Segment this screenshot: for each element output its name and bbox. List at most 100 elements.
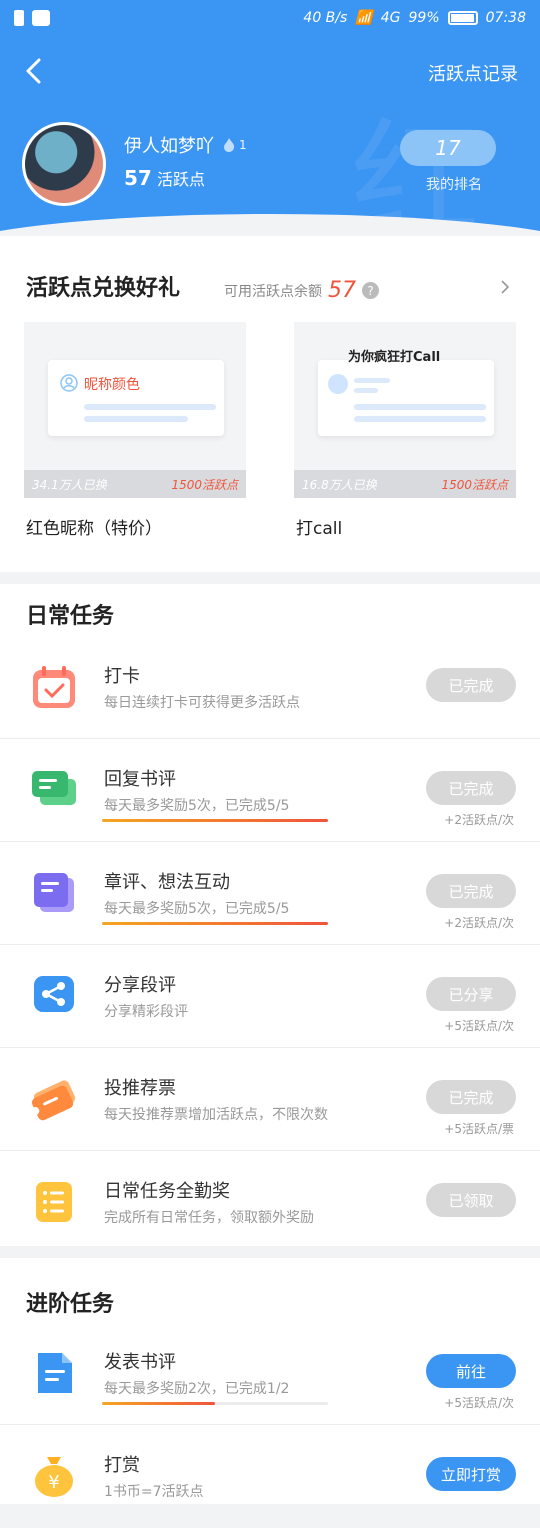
task-desc: 每天投推荐票增加活跃点，不限次数 <box>104 1107 328 1123</box>
preview-line <box>354 378 390 383</box>
gift-sold-count: 16.8万人已换 <box>302 477 377 492</box>
preview-line <box>354 416 486 422</box>
balance-label: 可用活跃点余额 <box>224 283 322 300</box>
task-reward-note: +5活跃点/次 <box>444 1396 514 1410</box>
task-name: 回复书评 <box>104 769 176 790</box>
gift-preview: 昵称颜色 <box>48 360 224 436</box>
network-speed: 40 B/s <box>303 10 348 26</box>
back-icon[interactable] <box>20 56 50 86</box>
battery-icon <box>447 11 478 25</box>
task-desc: 每天最多奖励2次，已完成1/2 <box>104 1381 290 1397</box>
status-left <box>14 10 50 26</box>
preview-avatar <box>328 374 348 394</box>
battery-percent: 99% <box>408 10 440 26</box>
share-icon <box>34 976 74 1012</box>
task-desc: 每天最多奖励5次，已完成5/5 <box>104 798 290 814</box>
gift-cost: 1500活跃点 <box>441 477 508 492</box>
preview-line <box>354 388 378 393</box>
gift-card-nickname-color[interactable]: 昵称颜色 34.1万人已换 1500活跃点 <box>24 322 246 498</box>
task-progress <box>102 819 328 822</box>
task-reward-note: +5活跃点/票 <box>444 1122 514 1136</box>
preview-text: 昵称颜色 <box>84 377 140 393</box>
task-status-button[interactable]: 已分享 <box>426 977 516 1011</box>
points-value: 57 <box>124 166 152 190</box>
gift-sold-count: 34.1万人已换 <box>32 477 107 492</box>
svg-text:¥: ¥ <box>48 1472 59 1493</box>
task-name: 分享段评 <box>104 975 176 996</box>
preview-line <box>84 404 216 410</box>
ticket-icon <box>31 1080 76 1121</box>
clock: 07:38 <box>485 10 526 26</box>
gift-card-call[interactable]: 为你疯狂打Call 16.8万人已换 1500活跃点 <box>294 322 516 498</box>
gift-preview: 为你疯狂打Call <box>318 350 494 436</box>
network-type: 4G <box>380 10 401 26</box>
task-name: 日常任务全勤奖 <box>104 1181 230 1202</box>
signal-icon: 📶 <box>355 10 373 26</box>
task-reward-note: +2活跃点/次 <box>444 813 514 827</box>
gift-name[interactable]: 打call <box>296 514 342 539</box>
user-icon <box>60 374 78 392</box>
chevron-right-icon[interactable] <box>498 280 512 294</box>
level-number: 1 <box>239 138 247 152</box>
notification-icon <box>14 10 24 26</box>
gift-info-bar: 34.1万人已换 1500活跃点 <box>24 470 246 498</box>
task-chapter-comment: 章评、想法互动 每天最多奖励5次，已完成5/5 已完成 +2活跃点/次 <box>0 842 540 945</box>
money-bag-icon: ¥ <box>35 1457 73 1497</box>
task-progress <box>102 922 328 925</box>
task-name: 打卡 <box>104 666 140 687</box>
document-icon <box>38 1353 72 1393</box>
app-notification-icon <box>32 10 50 26</box>
rank-badge[interactable]: 17 <box>400 130 496 166</box>
calendar-icon <box>33 666 75 708</box>
gift-name[interactable]: 红色昵称（特价） <box>26 514 162 539</box>
task-share-comment: 分享段评 分享精彩段评 已分享 +5活跃点/次 <box>0 945 540 1048</box>
task-full-attendance: 日常任务全勤奖 完成所有日常任务，领取额外奖励 已领取 <box>0 1151 540 1254</box>
daily-tasks-section: 日常任务 打卡 每日连续打卡可获得更多活跃点 已完成 回复书评 每天最多奖励5次… <box>0 584 540 1246</box>
task-status-button[interactable]: 已领取 <box>426 1183 516 1217</box>
preview-line <box>354 404 486 410</box>
chat-bubble-icon <box>32 771 76 805</box>
note-stack-icon <box>34 873 74 912</box>
task-reward-note: +5活跃点/次 <box>444 1019 514 1033</box>
daily-tasks-title: 日常任务 <box>26 604 115 629</box>
user-points: 57 活跃点 <box>124 166 205 190</box>
username-row: 伊人如梦吖 1 <box>124 132 247 158</box>
list-doc-icon <box>36 1182 72 1222</box>
task-desc: 分享精彩段评 <box>104 1004 188 1020</box>
rank-label: 我的排名 <box>426 177 482 193</box>
task-desc: 每天最多奖励5次，已完成5/5 <box>104 901 290 917</box>
task-name: 发表书评 <box>104 1352 176 1373</box>
task-reply-review: 回复书评 每天最多奖励5次，已完成5/5 已完成 +2活跃点/次 <box>0 739 540 842</box>
exchange-title: 活跃点兑换好礼 <box>26 276 181 301</box>
balance-value: 57 <box>328 278 356 303</box>
balance-row: 可用活跃点余额 57 ? <box>224 278 379 303</box>
status-right: 40 B/s 📶 4G 99% 07:38 <box>303 10 526 26</box>
status-bar: 40 B/s 📶 4G 99% 07:38 <box>0 0 540 36</box>
username: 伊人如梦吖 <box>124 136 214 157</box>
task-progress <box>102 1402 215 1405</box>
task-name: 打赏 <box>104 1455 140 1476</box>
task-status-button[interactable]: 已完成 <box>426 1080 516 1114</box>
task-desc: 每日连续打卡可获得更多活跃点 <box>104 695 300 711</box>
activity-record-link[interactable]: 活跃点记录 <box>428 60 518 86</box>
points-label: 活跃点 <box>156 170 205 189</box>
profile-header: 红 活跃点记录 伊人如梦吖 1 57 活跃点 17 我的排名 <box>0 36 540 236</box>
task-desc: 完成所有日常任务，领取额外奖励 <box>104 1210 314 1226</box>
exchange-section: 活跃点兑换好礼 可用活跃点余额 57 ? 昵称颜色 34.1万人已换 1500活… <box>0 236 540 572</box>
task-name: 章评、想法互动 <box>104 872 230 893</box>
preview-line <box>84 416 188 422</box>
tip-now-button[interactable]: 立即打赏 <box>426 1457 516 1491</box>
task-status-button[interactable]: 已完成 <box>426 668 516 702</box>
help-icon[interactable]: ? <box>362 282 379 299</box>
preview-text: 为你疯狂打Call <box>348 350 441 365</box>
task-vote-ticket: 投推荐票 每天投推荐票增加活跃点，不限次数 已完成 +5活跃点/票 <box>0 1048 540 1151</box>
task-status-button[interactable]: 已完成 <box>426 771 516 805</box>
avatar[interactable] <box>22 122 106 206</box>
task-status-button[interactable]: 已完成 <box>426 874 516 908</box>
task-tip: ¥ 打赏 1书币=7活跃点 立即打赏 <box>0 1425 540 1528</box>
gift-info-bar: 16.8万人已换 1500活跃点 <box>294 470 516 498</box>
advanced-tasks-title: 进阶任务 <box>26 1292 115 1317</box>
go-button[interactable]: 前往 <box>426 1354 516 1388</box>
level-badge: 1 <box>222 137 247 153</box>
task-checkin: 打卡 每日连续打卡可获得更多活跃点 已完成 <box>0 636 540 739</box>
